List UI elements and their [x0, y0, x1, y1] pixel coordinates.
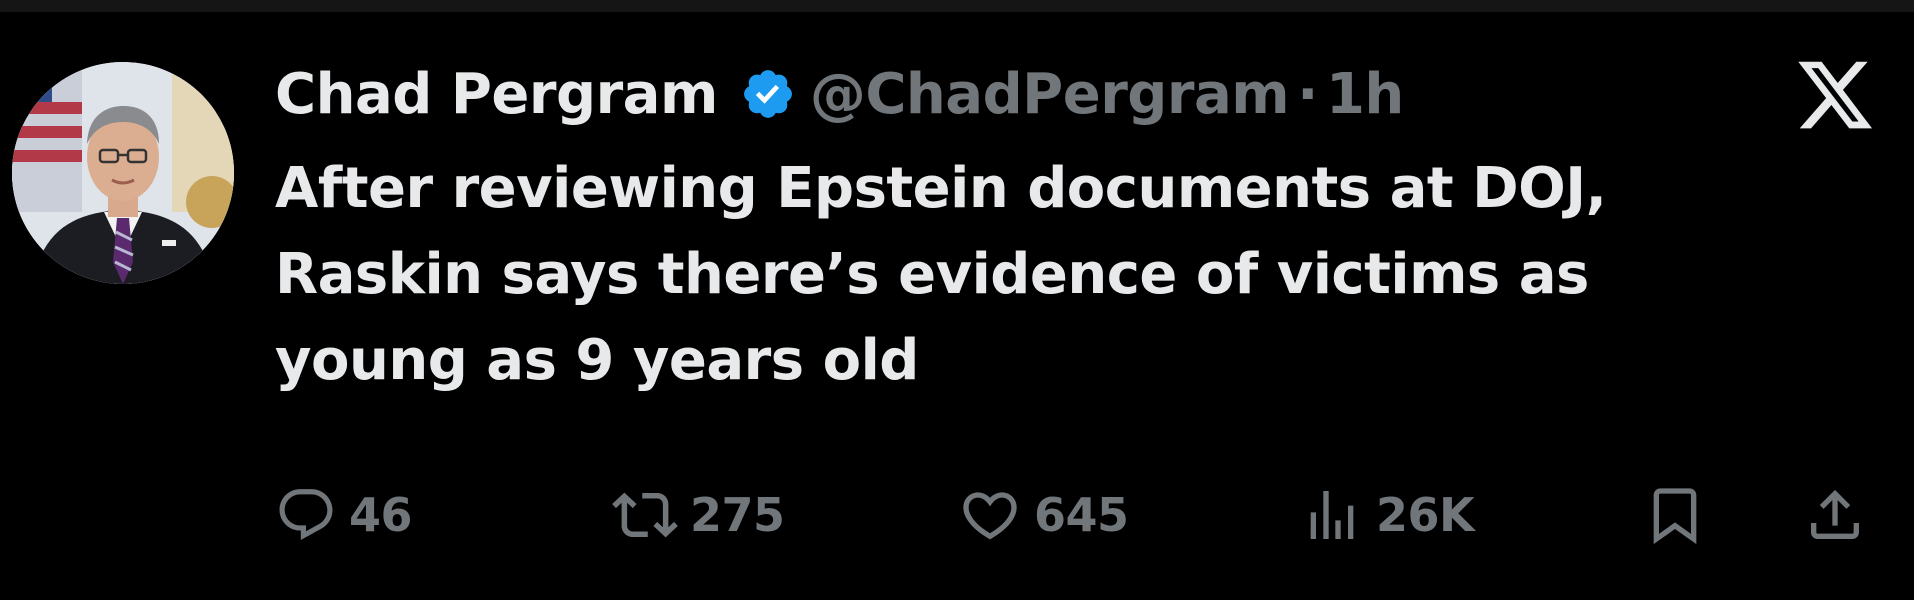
author-handle[interactable]: @ChadPergram	[810, 62, 1290, 127]
like-count: 645	[1034, 488, 1129, 542]
avatar-photo	[12, 62, 234, 284]
tweet-timestamp[interactable]: 1h	[1326, 62, 1404, 127]
verified-badge-icon[interactable]	[740, 66, 796, 122]
tweet-text: After reviewing Epstein documents at DOJ…	[275, 146, 1835, 404]
top-divider	[0, 0, 1914, 12]
share-icon	[1811, 489, 1859, 539]
reply-count: 46	[349, 488, 413, 542]
x-logo-icon	[1794, 54, 1876, 136]
bookmark-icon	[1653, 488, 1697, 545]
heart-icon	[963, 492, 1017, 540]
tweet-text-line: After reviewing Epstein documents at DOJ…	[275, 156, 1607, 221]
repost-icon	[612, 492, 678, 538]
reply-button[interactable]: 46	[275, 482, 413, 548]
author-display-name[interactable]: Chad Pergram	[275, 62, 718, 127]
tweet-card[interactable]: Chad Pergram @ChadPergram · 1h After rev…	[0, 12, 1914, 600]
reply-icon	[279, 489, 333, 541]
views-chart-icon	[1310, 491, 1354, 539]
share-button[interactable]	[1803, 482, 1867, 548]
bookmark-button[interactable]	[1643, 482, 1707, 548]
views-count: 26K	[1376, 488, 1475, 542]
tweet-header: Chad Pergram @ChadPergram · 1h	[275, 46, 1404, 142]
repost-count: 275	[690, 488, 785, 542]
meta-separator: ·	[1297, 61, 1318, 127]
tweet-action-bar: 46 275 645 26K	[275, 482, 1885, 548]
views-button[interactable]: 26K	[1300, 482, 1475, 548]
like-button[interactable]: 645	[958, 482, 1129, 548]
tweet-text-line: Raskin says there’s evidence of victims …	[275, 242, 1589, 307]
tweet-text-line: young as 9 years old	[275, 328, 919, 393]
repost-button[interactable]: 275	[612, 482, 785, 548]
avatar[interactable]	[12, 62, 234, 284]
